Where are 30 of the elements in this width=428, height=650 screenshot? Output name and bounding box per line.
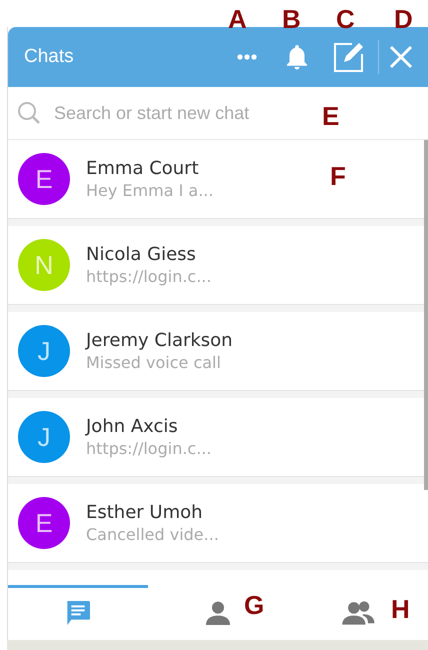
close-icon[interactable]: [387, 43, 415, 71]
message-preview: Cancelled vide...: [86, 525, 219, 544]
annotation-label: F: [330, 163, 346, 189]
search-field[interactable]: Search or start new chat: [52, 102, 318, 124]
message-preview: Hey Emma I a...: [86, 181, 214, 200]
avatar: E: [18, 497, 70, 549]
annotation-label: H: [391, 596, 410, 622]
contact-name: Emma Court: [86, 158, 200, 179]
annotation-label: A: [228, 6, 247, 32]
header-title: Chats: [24, 46, 74, 68]
search-icon: [16, 100, 42, 126]
avatar: J: [18, 411, 70, 463]
annotation-label: E: [322, 103, 340, 129]
scrollbar[interactable]: [424, 140, 428, 490]
contact-name: Nicola Giess: [86, 244, 197, 265]
annotation-label: G: [244, 592, 264, 618]
annotation-label: D: [394, 6, 413, 32]
annotation-label: B: [282, 6, 301, 32]
annotation-label: C: [336, 6, 355, 32]
contact-name: Jeremy Clarkson: [86, 330, 233, 351]
contact-name: Esther Umoh: [86, 502, 204, 523]
contact-name: John Axcis: [86, 416, 179, 437]
chat-item[interactable]: E Esther Umoh Cancelled vide...: [8, 484, 428, 563]
avatar: N: [18, 239, 70, 291]
message-preview: Missed voice call: [86, 353, 222, 372]
compose-icon[interactable]: [332, 40, 366, 74]
message-preview: https://login.c...: [86, 267, 212, 286]
avatar: J: [18, 325, 70, 377]
message-preview: https://login.c...: [86, 439, 212, 458]
avatar: E: [18, 153, 70, 205]
